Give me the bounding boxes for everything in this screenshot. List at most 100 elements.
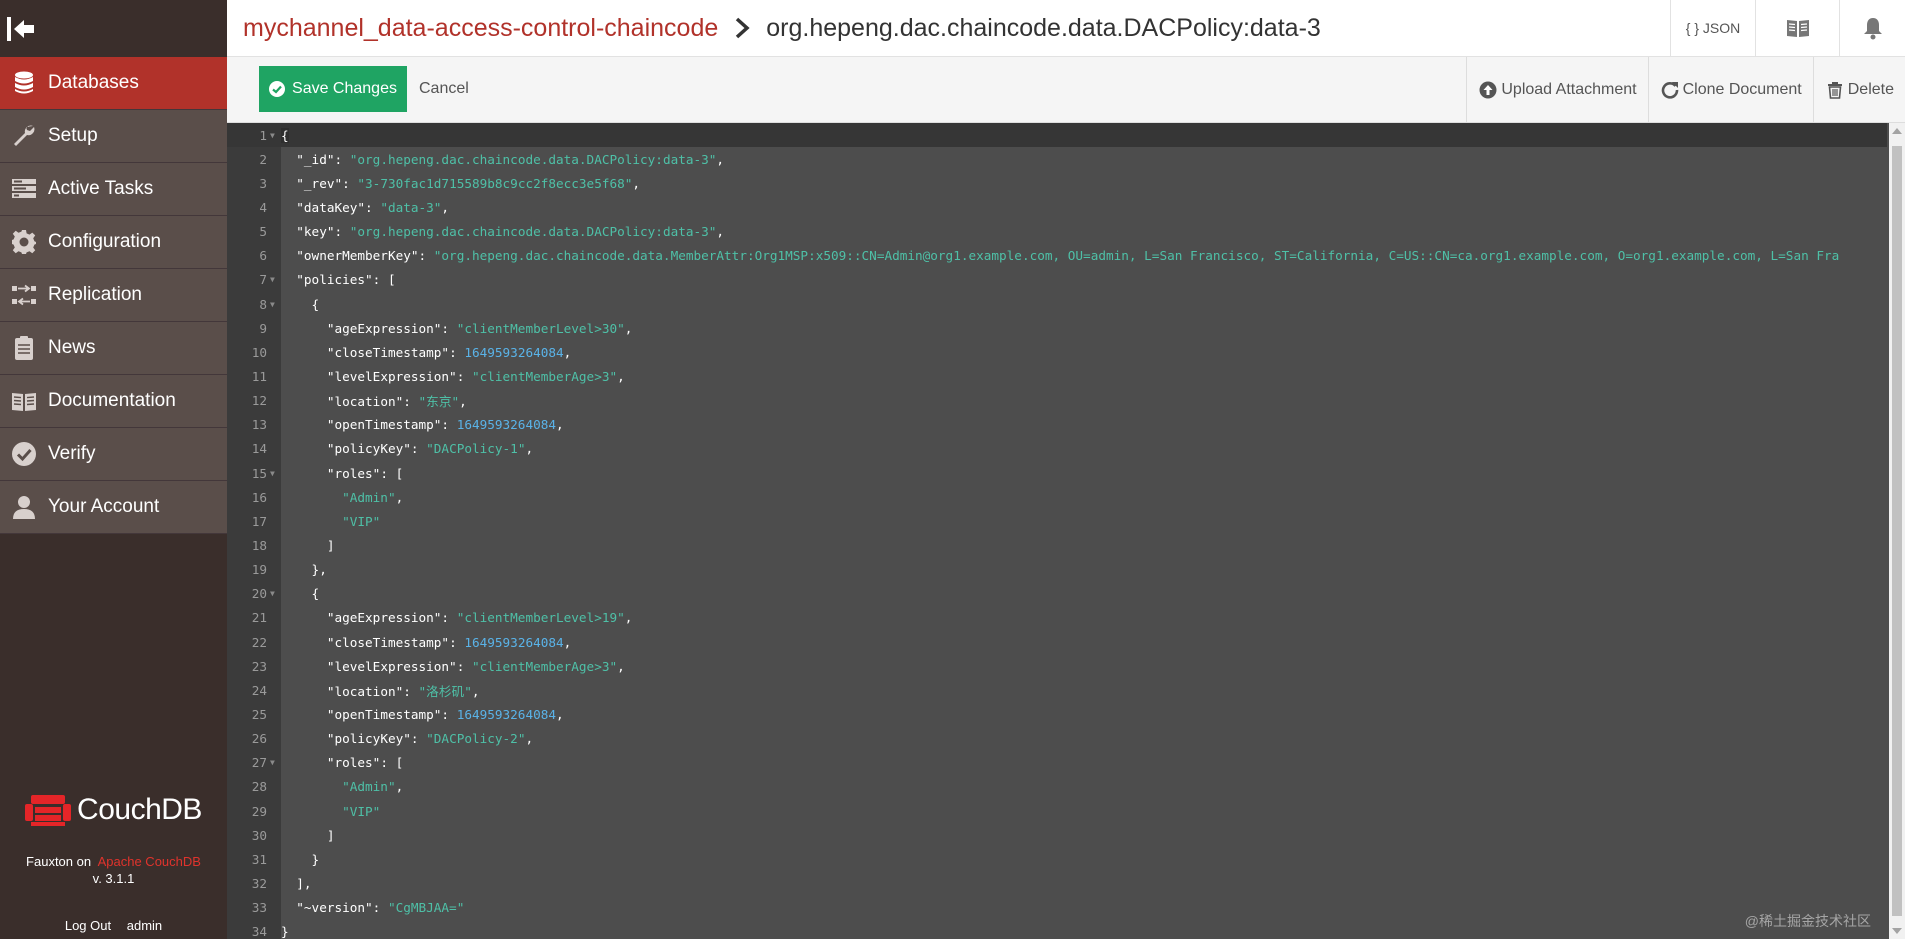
code-token: : [334,224,350,240]
collapse-sidebar-button[interactable] [0,0,227,57]
fold-arrow-icon[interactable]: ▼ [267,131,281,140]
code-token: 1649593264084 [464,634,564,650]
code-token: "Admin" [342,779,396,795]
code-token: "key" [296,224,335,240]
cancel-button[interactable]: Cancel [419,80,469,98]
delete-button[interactable]: Delete [1812,57,1905,122]
code-line: 6 "ownerMemberKey": "org.hepeng.dac.chai… [227,244,1887,268]
sidebar-item-documentation[interactable]: Documentation [0,375,227,428]
scroll-up-arrow-icon[interactable] [1892,128,1902,134]
delete-label: Delete [1847,80,1894,98]
breadcrumb-database[interactable]: mychannel_data-access-control-chaincode [243,14,718,43]
sidebar-item-databases[interactable]: Databases [0,57,227,110]
sidebar-item-setup[interactable]: Setup [0,110,227,163]
sidebar-item-verify[interactable]: Verify [0,428,227,481]
clone-document-label: Clone Document [1682,80,1802,98]
docs-button[interactable] [1755,0,1839,56]
code-token: "Admin" [342,489,396,505]
upload-attachment-button[interactable]: Upload Attachment [1466,57,1647,122]
line-number: 2 [259,151,267,167]
fold-arrow-icon[interactable]: ▼ [267,275,281,284]
upload-icon [1479,81,1497,98]
back-arrow-icon [7,16,34,41]
code-token: : [410,441,427,457]
code-token: : [372,900,388,916]
code-token: "openTimestamp" [326,417,442,433]
fold-arrow-icon[interactable]: ▼ [267,469,281,478]
code-token: , [716,151,725,167]
version-number: v. 3.1.1 [92,871,135,886]
scrollbar-thumb[interactable] [1892,146,1902,916]
code-line: 12 "location": "东京", [227,389,1887,413]
code-line: 13 "openTimestamp": 1649593264084, [227,413,1887,437]
line-number: 24 [251,682,267,698]
sidebar-item-configuration[interactable]: Configuration [0,216,227,269]
save-changes-button[interactable]: Save Changes [259,66,407,112]
json-editor[interactable]: 1 ▼{2 "_id": "org.hepeng.dac.chaincode.da… [227,123,1905,939]
line-number: 27 [251,755,267,771]
json-button[interactable]: { } JSON [1670,0,1755,56]
code-line: 34} [227,920,1887,939]
fold-arrow-icon[interactable]: ▼ [267,758,281,767]
editor-scrollbar[interactable] [1889,123,1905,939]
fold-arrow-icon[interactable]: ▼ [267,300,281,309]
logout-link[interactable]: Log Out [65,918,111,933]
code-token: : [441,610,457,626]
code-token: 1649593264084 [456,706,557,722]
scroll-down-arrow-icon[interactable] [1892,928,1902,934]
code-text: "levelExpression": "clientMemberAge>3", [281,659,625,674]
code-text: "policyKey": "DACPolicy-2", [281,731,533,746]
line-number: 34 [251,924,267,939]
line-number: 10 [251,344,267,360]
code-line: 2 "_id": "org.hepeng.dac.chaincode.data.… [227,147,1887,171]
fold-arrow-icon[interactable]: ▼ [267,589,281,598]
code-token: "_rev" [296,175,343,191]
code-text: ] [281,538,335,553]
code-text: "ownerMemberKey": "org.hepeng.dac.chainc… [281,248,1839,263]
code-text: { [281,296,320,312]
line-number: 20 [251,586,267,602]
code-token: : [441,417,457,433]
code-token: { [281,586,320,602]
code-token: ], [281,875,312,891]
save-changes-label: Save Changes [292,80,397,97]
code-token: "clientMemberLevel>19" [456,610,625,626]
code-text: "_rev": "3-730fac1d715589b8c9cc2f8ecc3e5… [281,176,640,191]
code-text: } [281,852,320,867]
line-number: 8 [259,296,267,312]
code-token: : [456,658,472,674]
gear-icon [0,229,48,255]
code-line: 24 "location": "洛杉矶", [227,678,1887,702]
notifications-button[interactable] [1839,0,1905,56]
code-token: : [365,199,381,215]
code-token: , [617,658,625,674]
code-line: 14 "policyKey": "DACPolicy-1", [227,437,1887,461]
apache-couchdb-link[interactable]: Apache CouchDB [98,854,201,869]
code-token: "CgMBJAA=" [387,900,465,916]
clone-document-button[interactable]: Clone Document [1647,57,1813,122]
sidebar-item-news[interactable]: News [0,322,227,375]
sidebar-item-your-account[interactable]: Your Account [0,481,227,534]
code-token: : [418,248,434,264]
sidebar-item-active-tasks[interactable]: Active Tasks [0,163,227,216]
sidebar-item-replication[interactable]: Replication [0,269,227,322]
code-token: "东京" [418,394,460,410]
code-line: 1 ▼{ [227,123,1887,148]
code-token: , [459,394,467,410]
code-token: "org.hepeng.dac.chaincode.data.MemberAtt… [433,248,1840,264]
username-link[interactable]: admin [127,918,162,933]
code-line: 7 ▼ "policies": [ [227,268,1887,292]
code-text: "levelExpression": "clientMemberAge>3", [281,369,625,384]
code-token: { [281,296,320,312]
code-text: "ageExpression": "clientMemberLevel>30", [281,321,633,336]
